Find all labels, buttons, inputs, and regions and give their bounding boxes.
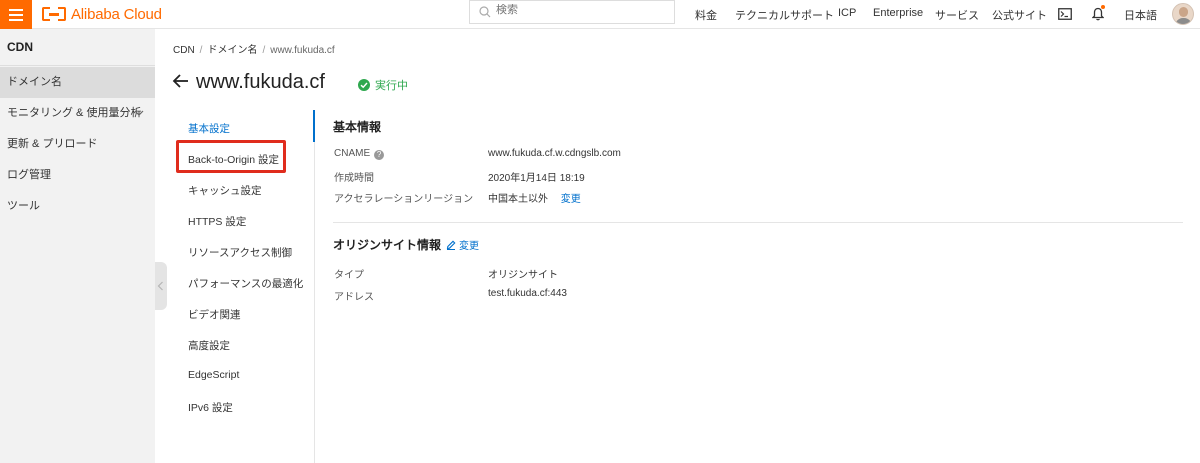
tab-video[interactable]: ビデオ関連 (188, 307, 241, 322)
breadcrumb: CDN / ドメイン名 / www.fukuda.cf (173, 45, 335, 56)
highlight-box (176, 140, 286, 173)
tab-edgescript[interactable]: EdgeScript (188, 369, 239, 381)
sidebar-item-refresh-preload[interactable]: 更新 & プリロード (0, 129, 155, 160)
sidebar-item-label: ログ管理 (7, 169, 51, 181)
created-label: 作成時間 (334, 173, 374, 184)
sidebar-divider (0, 65, 155, 66)
region-value-row: 中国本土以外 変更 (488, 190, 581, 205)
basic-info-title: 基本情報 (333, 120, 382, 134)
tab-cache-settings[interactable]: キャッシュ設定 (188, 183, 262, 198)
origin-edit-button[interactable]: 変更 (446, 237, 479, 252)
region-edit-link[interactable]: 変更 (561, 194, 581, 205)
pencil-icon (446, 240, 456, 250)
search-input[interactable] (496, 4, 666, 16)
breadcrumb-current: www.fukuda.cf (270, 45, 335, 56)
type-label: タイプ (334, 270, 364, 281)
nav-technical-support[interactable]: テクニカルサポート (735, 7, 834, 23)
nav-enterprise[interactable]: Enterprise (873, 7, 923, 19)
menu-icon[interactable] (0, 0, 32, 29)
created-value: 2020年1月14日 18:19 (488, 173, 585, 184)
sidebar-item-domain-names[interactable]: ドメイン名 (0, 67, 155, 98)
section-divider (333, 222, 1183, 223)
breadcrumb-domain-names[interactable]: ドメイン名 (207, 45, 257, 56)
cname-label: CNAME? (334, 148, 385, 160)
top-bar: Alibaba Cloud 料金 テクニカルサポート ICP Enterpris… (0, 0, 1200, 29)
avatar[interactable] (1172, 3, 1194, 25)
region-label: アクセラレーションリージョン (334, 194, 474, 205)
active-tab-indicator (313, 110, 315, 142)
back-arrow-icon[interactable] (172, 73, 189, 89)
nav-official-site[interactable]: 公式サイト (992, 7, 1047, 23)
terminal-icon[interactable] (1058, 8, 1072, 20)
sidebar-collapse-handle[interactable] (155, 262, 167, 310)
brand-name: Alibaba Cloud (71, 5, 162, 23)
tab-basic-settings[interactable]: 基本設定 (188, 121, 230, 136)
tab-https-settings[interactable]: HTTPS 設定 (188, 214, 246, 229)
sidebar-title: CDN (7, 40, 33, 54)
language-selector[interactable]: 日本語 (1124, 7, 1157, 23)
origin-edit-label: 変更 (459, 241, 479, 252)
sidebar-item-log-management[interactable]: ログ管理 (0, 160, 155, 191)
sidebar-item-label: 更新 & プリロード (7, 138, 98, 150)
notification-dot (1101, 5, 1105, 9)
chevron-down-icon (134, 110, 144, 116)
alibaba-cloud-logo[interactable]: Alibaba Cloud (42, 5, 162, 23)
sidebar-item-label: ドメイン名 (7, 76, 62, 88)
tab-advanced[interactable]: 高度設定 (188, 338, 230, 353)
nav-pricing[interactable]: 料金 (695, 7, 717, 23)
region-value: 中国本土以外 (488, 194, 548, 205)
tab-ipv6[interactable]: IPv6 設定 (188, 400, 233, 415)
cname-value: www.fukuda.cf.w.cdngslb.com (488, 148, 621, 159)
help-icon[interactable]: ? (374, 150, 385, 160)
address-label: アドレス (334, 292, 374, 303)
breadcrumb-cdn[interactable]: CDN (173, 45, 195, 56)
sidebar-item-label: モニタリング & 使用量分析 (7, 107, 142, 119)
sidebar: CDN ドメイン名 モニタリング & 使用量分析 更新 & プリロード ログ管理… (0, 29, 155, 463)
search-box[interactable] (469, 0, 675, 24)
status-badge: 実行中 (358, 77, 408, 93)
page-title: www.fukuda.cf (196, 71, 325, 93)
nav-icp[interactable]: ICP (838, 7, 856, 19)
search-icon (479, 6, 491, 18)
type-value: オリジンサイト (488, 270, 558, 281)
origin-info-title: オリジンサイト情報 (333, 238, 442, 252)
status-text: 実行中 (375, 80, 408, 92)
alibaba-logo-icon (42, 7, 66, 21)
bell-icon[interactable] (1092, 7, 1104, 21)
check-circle-icon (358, 79, 370, 91)
tab-performance[interactable]: パフォーマンスの最適化 (188, 276, 303, 291)
chevron-left-icon (157, 281, 163, 291)
tab-access-control[interactable]: リソースアクセス制御 (188, 245, 292, 260)
sidebar-item-monitoring[interactable]: モニタリング & 使用量分析 (0, 98, 155, 129)
sidebar-item-tools[interactable]: ツール (0, 191, 155, 222)
nav-services[interactable]: サービス (935, 7, 979, 23)
address-value: test.fukuda.cf:443 (488, 288, 567, 299)
sidebar-item-label: ツール (7, 200, 40, 212)
